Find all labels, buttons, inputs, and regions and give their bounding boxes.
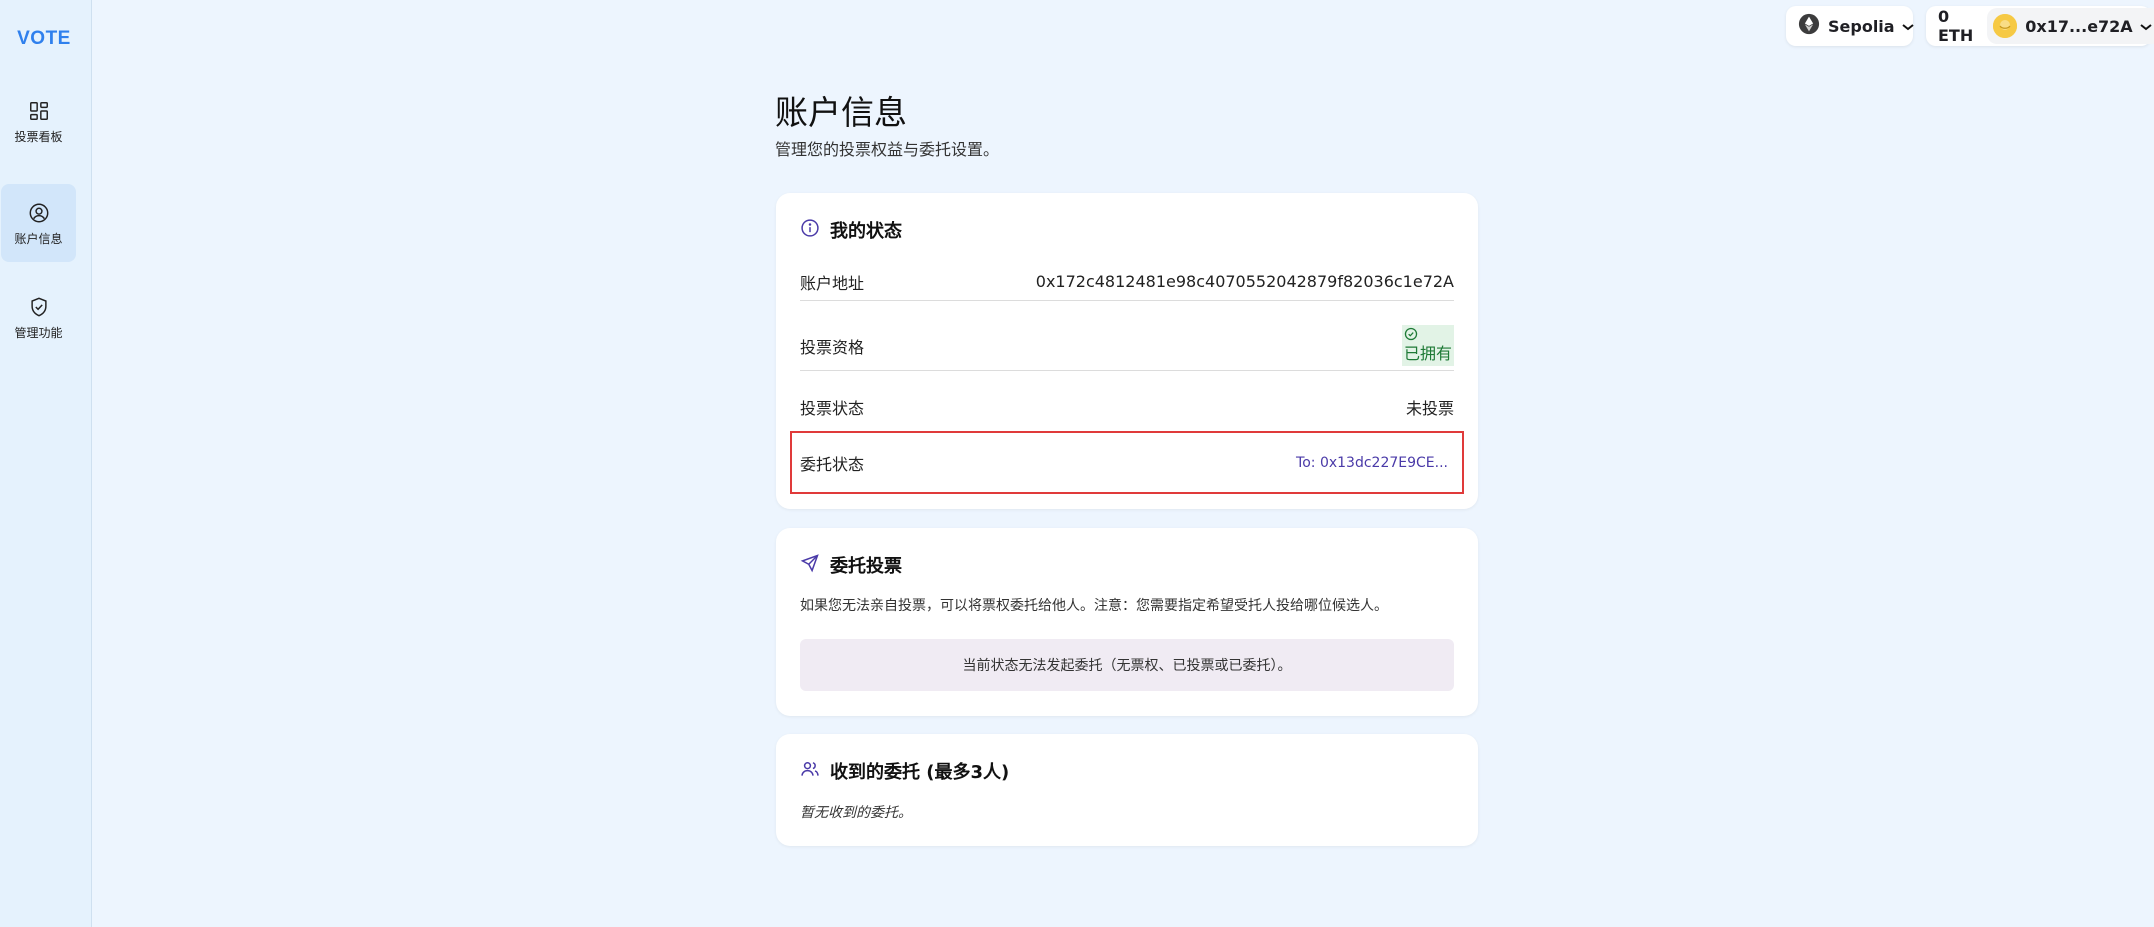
status-row-vote: 投票状态 未投票	[800, 389, 1454, 425]
send-icon	[800, 553, 820, 577]
info-icon	[800, 218, 820, 242]
sidebar-item-dashboard[interactable]: 投票看板	[1, 100, 76, 178]
users-icon	[800, 759, 820, 783]
account-button[interactable]: 0 ETH 0x17...e72A	[1926, 6, 2154, 46]
ethereum-icon	[1798, 13, 1820, 39]
vote-status-value: 未投票	[1405, 399, 1454, 418]
received-card-title: 收到的委托 (最多3人)	[830, 762, 1010, 783]
eth-balance: 0 ETH	[1938, 7, 1974, 45]
status-card-title: 我的状态	[830, 221, 902, 242]
eligibility-badge: 已拥有	[1401, 324, 1454, 367]
page-subtitle: 管理您的投票权益与委托设置。	[775, 140, 1000, 159]
status-row-address: 账户地址 0x172c4812481e98c4070552042879f8203…	[800, 263, 1454, 301]
account-pill[interactable]: 0x17...e72A	[1987, 8, 2154, 44]
received-empty-text: 暂无收到的委托。	[800, 805, 912, 821]
delegate-description: 如果您无法亲自投票，可以将票权委托给他人。注意：您需要指定希望受托人投给哪位候选…	[800, 598, 1388, 614]
sidebar-item-label: 管理功能	[14, 326, 63, 340]
chevron-down-icon	[1901, 17, 1915, 36]
status-card-header: 我的状态	[800, 217, 902, 243]
delegate-card: 委托投票 如果您无法亲自投票，可以将票权委托给他人。注意：您需要指定希望受托人投…	[776, 528, 1478, 716]
sidebar-item-admin[interactable]: 管理功能	[1, 296, 76, 374]
check-circle-icon	[1404, 327, 1418, 345]
account-address-value: 0x172c4812481e98c4070552042879f82036c1e7…	[1035, 272, 1454, 291]
highlight-box	[790, 431, 1464, 494]
network-selector[interactable]: Sepolia	[1786, 6, 1915, 46]
app-logo[interactable]: VOTE	[0, 28, 88, 50]
received-card-header: 收到的委托 (最多3人)	[800, 758, 1009, 784]
page-title: 账户信息	[775, 93, 907, 132]
row-label: 投票资格	[800, 337, 865, 357]
account-address: 0x17...e72A	[2025, 16, 2133, 36]
dashboard-icon	[1, 100, 76, 122]
delegate-notice: 当前状态无法发起委托（无票权、已投票或已委托）。	[800, 639, 1454, 691]
eligibility-value: 已拥有	[1403, 344, 1452, 363]
sidebar-item-label: 投票看板	[14, 130, 63, 144]
sidebar: VOTE 投票看板 账户信息 管理功能	[0, 0, 92, 927]
sidebar-item-label: 账户信息	[14, 232, 63, 246]
delegate-card-title: 委托投票	[830, 556, 902, 577]
row-label: 投票状态	[800, 399, 865, 418]
status-row-eligibility: 投票资格 已拥有	[800, 321, 1454, 371]
shield-check-icon	[1, 296, 76, 318]
delegate-card-header: 委托投票	[800, 552, 902, 578]
received-card: 收到的委托 (最多3人) 暂无收到的委托。	[776, 734, 1478, 846]
user-circle-icon	[1, 184, 76, 224]
sidebar-item-account[interactable]: 账户信息	[1, 184, 76, 262]
network-label: Sepolia	[1828, 16, 1895, 36]
row-label: 账户地址	[800, 273, 865, 293]
avatar-icon	[1993, 14, 2018, 38]
chevron-down-icon	[2139, 17, 2153, 36]
